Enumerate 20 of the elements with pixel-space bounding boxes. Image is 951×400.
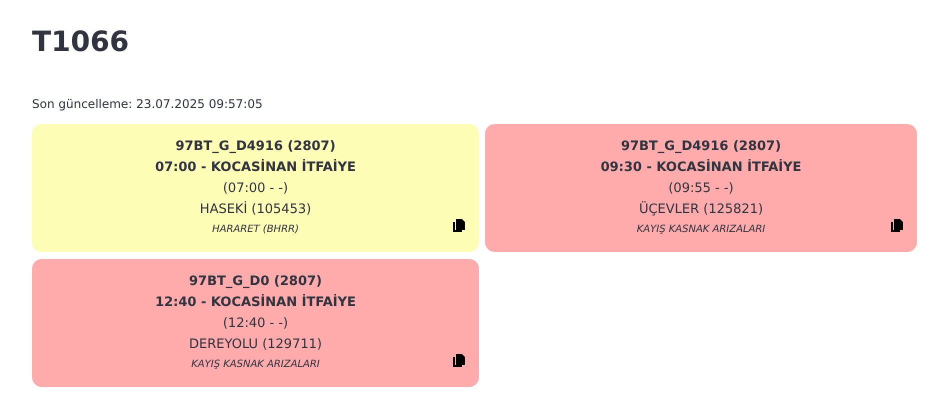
fault-reason: HARARET (BHRR) <box>212 223 299 237</box>
route-text: 12:40 - KOCASİNAN İTFAİYE <box>155 293 356 312</box>
copy-icon[interactable] <box>891 219 903 232</box>
route-text: 07:00 - KOCASİNAN İTFAİYE <box>155 158 356 177</box>
stop-name: HASEKİ (105453) <box>200 200 312 219</box>
stop-name: DEREYOLU (129711) <box>189 336 322 354</box>
last-update-text: Son güncelleme: 23.07.2025 09:57:05 <box>32 96 264 112</box>
copy-icon[interactable] <box>453 354 465 367</box>
fault-reason: KAYIŞ KASNAK ARIZALARI <box>636 223 766 237</box>
vehicle-code: 97BT_G_D4916 (2807) <box>620 138 782 156</box>
stop-name: ÜÇEVLER (125821) <box>638 200 764 219</box>
route-text: 09:30 - KOCASİNAN İTFAİYE <box>600 158 802 177</box>
page-title: T1066 <box>32 24 130 60</box>
time-range: (12:40 - -) <box>222 315 288 333</box>
vehicle-code: 97BT_G_D4916 (2807) <box>175 138 336 156</box>
copy-icon[interactable] <box>453 219 465 232</box>
vehicle-code: 97BT_G_D0 (2807) <box>189 273 322 291</box>
time-range: (07:00 - -) <box>222 180 288 198</box>
time-range: (09:55 - -) <box>668 180 734 198</box>
fault-reason: KAYIŞ KASNAK ARIZALARI <box>191 358 320 372</box>
